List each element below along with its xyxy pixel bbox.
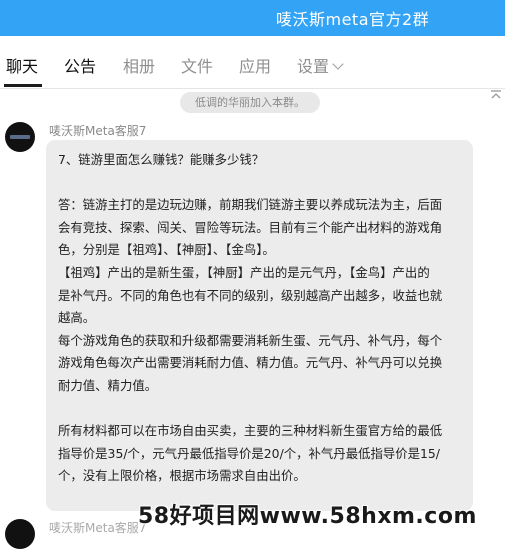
message-line: 色，分别是【祖鸡】、【神厨】、【金鸟】。 [58, 242, 275, 258]
message-line: 【祖鸡】产出的是新生蛋，【神厨】产出的是元气丹，【金鸟】产出的 [58, 264, 430, 280]
tab-apps[interactable]: 应用 [239, 53, 271, 77]
tab-bar: 聊天 公告 相册 文件 应用 设置 [0, 36, 505, 89]
title-bar: 唛沃斯meta官方2群 [0, 0, 505, 36]
tab-chat[interactable]: 聊天 [6, 53, 38, 77]
message-line: 指导价是35/个，元气丹最低指导价是20/个，补气丹最低指导价是15/ [58, 445, 440, 461]
tab-settings[interactable]: 设置 [297, 53, 329, 77]
message-line: 耐力值、精力值。 [58, 377, 158, 393]
chevron-down-icon[interactable] [332, 58, 344, 70]
message-line: 游戏角色每次产出需要消耗耐力值、精力值。元气丹、补气丹可以兑换 [58, 355, 443, 371]
message-line: 7、链游里面怎么赚钱？能赚多少钱？ [58, 152, 265, 167]
watermark: 58好项目网www.58hxm.com [138, 504, 477, 529]
avatar[interactable] [5, 122, 35, 152]
message-line: 个，没有上限价格，根据市场需求自由出价。 [58, 468, 306, 484]
message-line: 越高。 [58, 310, 96, 326]
next-sender-name[interactable]: 唛沃斯Meta客服7 [49, 519, 146, 536]
message-line [58, 172, 462, 195]
active-tab-indicator [4, 84, 42, 87]
arrow-up-icon[interactable] [490, 90, 502, 100]
tab-album[interactable]: 相册 [123, 53, 155, 77]
tab-files[interactable]: 文件 [181, 53, 213, 77]
next-avatar[interactable] [5, 519, 35, 549]
message-line: 是补气丹。不同的角色也有不同的级别，级别越高产出越多，收益也就 [58, 287, 443, 303]
message-line: 会有竞技、探索、闯关、冒险等玩法。目前有三个能产出材料的游戏角 [58, 219, 443, 235]
message-line: 所有材料都可以在市场自由买卖，主要的三种材料新生蛋官方给的最低 [58, 423, 443, 439]
message-bubble[interactable]: 7、链游里面怎么赚钱？能赚多少钱？ 答：链游主打的是边玩边赚，前期我们链游主要以… [46, 140, 473, 511]
group-title: 唛沃斯meta官方2群 [276, 10, 430, 29]
message-line [58, 398, 462, 421]
sender-name[interactable]: 唛沃斯Meta客服7 [49, 122, 146, 139]
message-line: 答：链游主打的是边玩边赚，前期我们链游主要以养成玩法为主，后面 [58, 197, 443, 213]
tab-announcement[interactable]: 公告 [64, 53, 96, 77]
avatar-logo [10, 135, 30, 139]
system-notice: 低调的华丽加入本群。 [180, 92, 320, 113]
message-line: 每个游戏角色的获取和升级都需要消耗新生蛋、元气丹、补气丹，每个 [58, 332, 443, 348]
